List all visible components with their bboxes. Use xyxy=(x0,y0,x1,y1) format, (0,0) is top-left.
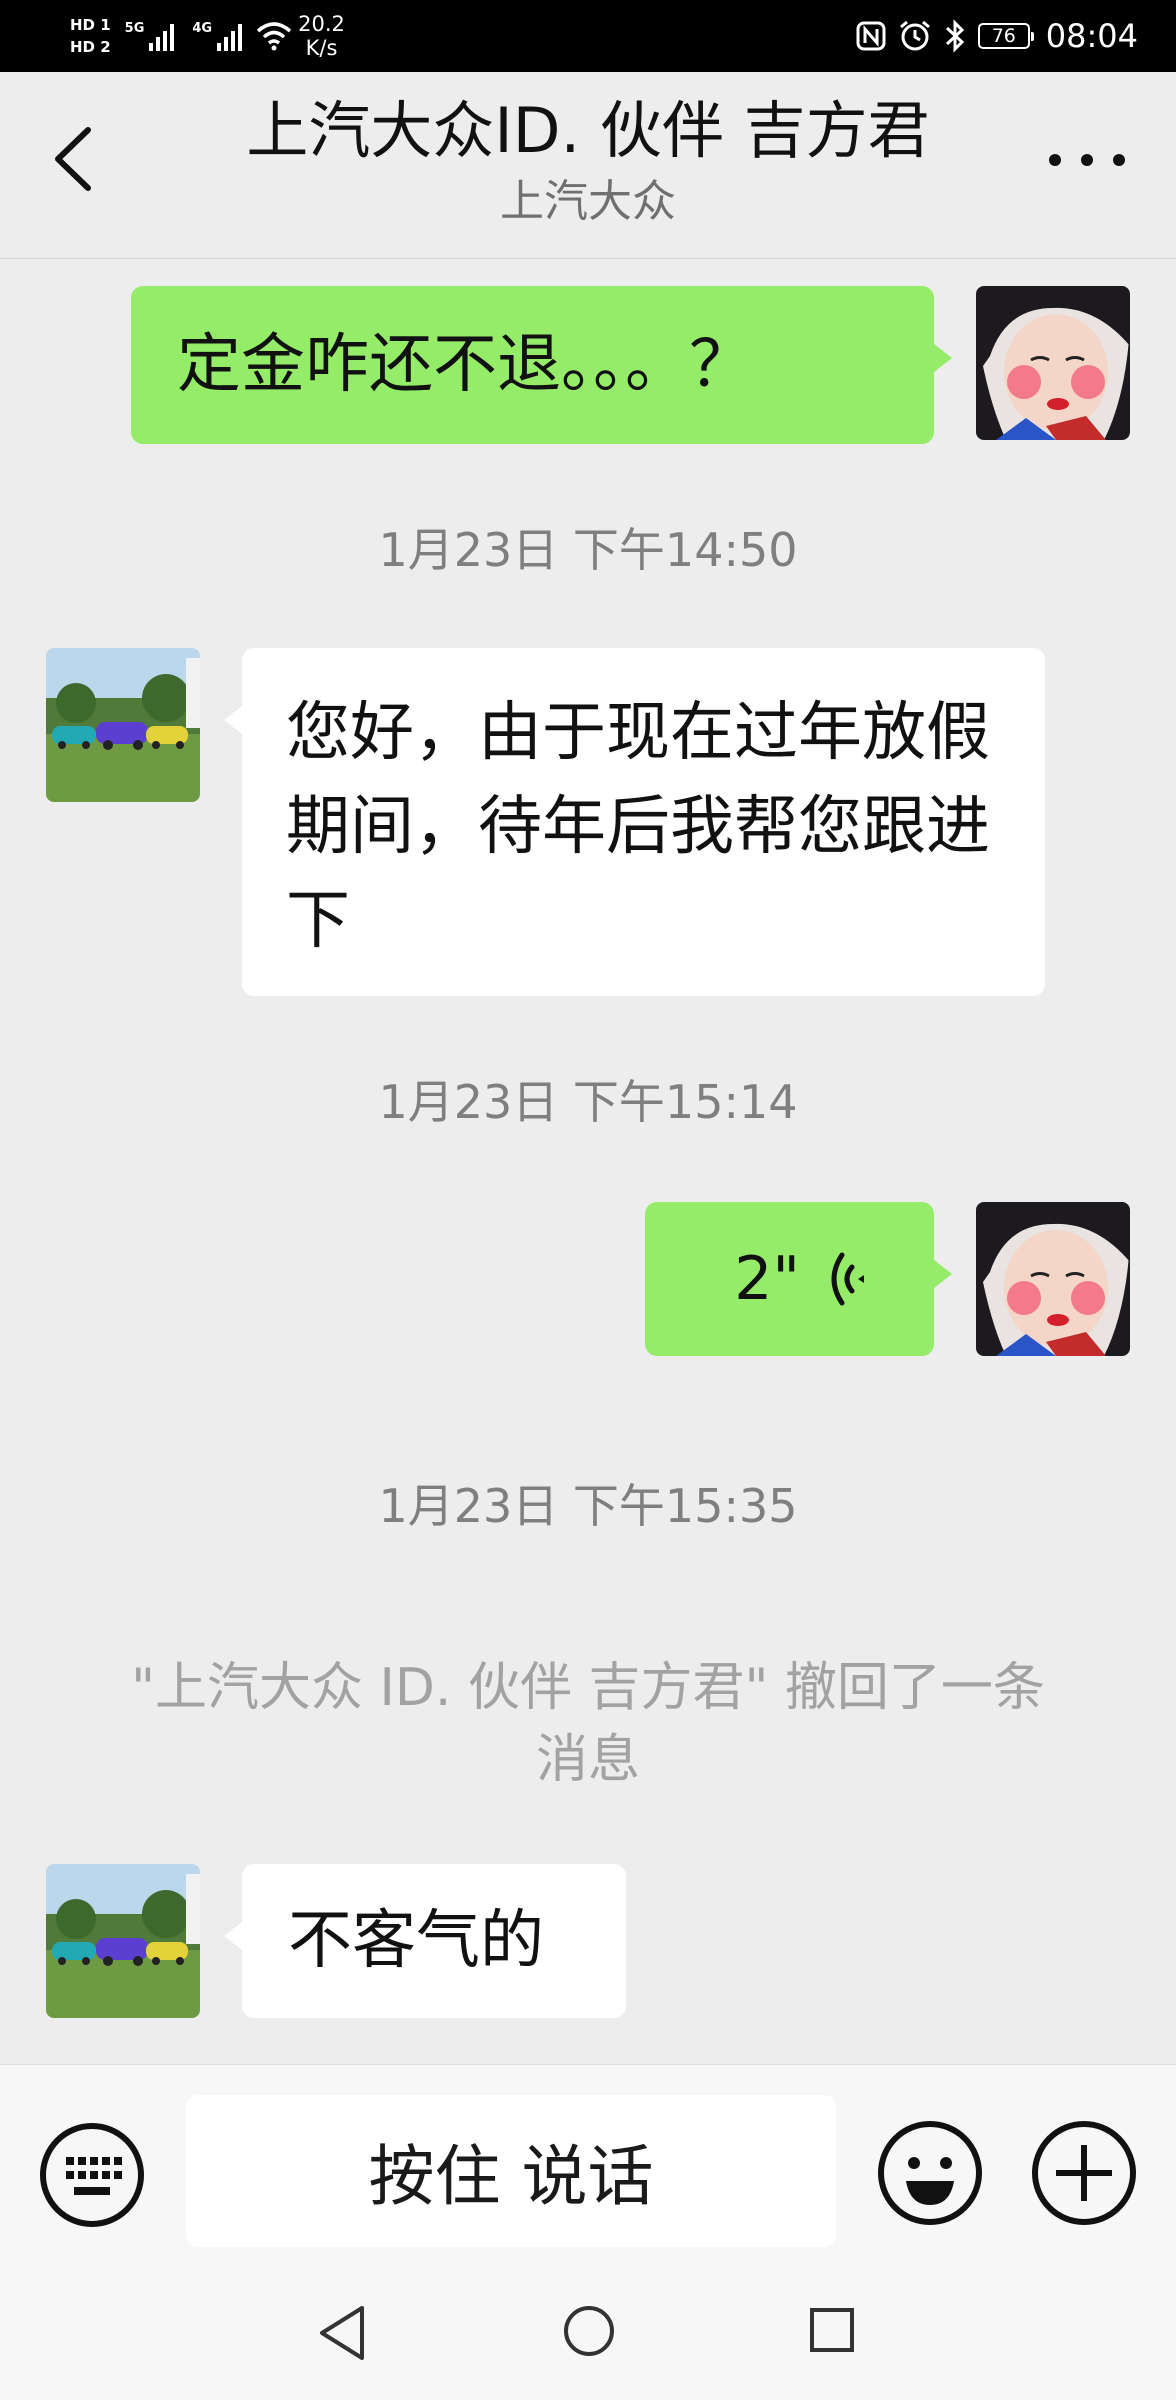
voice-message-bubble[interactable]: 2" xyxy=(645,1202,952,1356)
message-bubble-received[interactable]: 不客气的 xyxy=(224,1864,626,2018)
voice-wave-icon xyxy=(831,1252,864,1306)
system-nav-bar xyxy=(0,2264,1176,2400)
wifi-icon xyxy=(256,22,292,51)
clock: 08:04 xyxy=(1045,17,1138,55)
chat-title: 上汽大众ID. 伙伴 吉方君 xyxy=(246,94,930,167)
hold-to-talk-button[interactable]: 按住 说话 xyxy=(186,2095,836,2247)
user-avatar-image xyxy=(976,1202,1130,1356)
plus-icon[interactable] xyxy=(1030,2119,1138,2227)
keyboard-icon[interactable] xyxy=(38,2121,146,2229)
alarm-icon xyxy=(899,20,930,51)
hd1-indicator: HD 1 xyxy=(70,16,111,34)
message-bubble-sent[interactable]: 定金咋还不退。。。？ xyxy=(131,286,952,444)
battery-level: 76 xyxy=(991,25,1016,47)
nav-back-icon[interactable] xyxy=(316,2304,368,2362)
signal-icon xyxy=(217,24,243,51)
nav-home-icon[interactable] xyxy=(562,2304,616,2358)
user-avatar-image xyxy=(976,286,1130,440)
my-avatar[interactable] xyxy=(976,286,1130,440)
nav-recent-apps-icon[interactable] xyxy=(808,2306,856,2354)
more-options-icon[interactable] xyxy=(1042,142,1132,178)
nfc-icon xyxy=(856,21,886,51)
recall-notice: "上汽大众 ID. 伙伴 吉方君" 撤回了一条消息 xyxy=(131,1658,1045,1790)
bluetooth-icon xyxy=(945,19,964,53)
speed-unit: K/s xyxy=(305,36,338,60)
voice-duration: 2" xyxy=(734,1244,800,1314)
hd2-indicator: HD 2 xyxy=(70,38,111,56)
status-bar: HD 1 HD 2 5G 4G 20.2 K/s 76 08:04 xyxy=(0,0,1176,72)
message-timestamp: 1月23日 下午15:14 xyxy=(378,1075,798,1129)
message-text: 您好，由于现在过年放假期间，待年后我帮您跟进下 xyxy=(286,696,990,958)
chat-header: 上汽大众ID. 伙伴 吉方君 上汽大众 xyxy=(0,72,1176,259)
battery-indicator: 76 xyxy=(977,23,1034,49)
network-4g-label: 4G xyxy=(192,20,213,36)
car-avatar-image xyxy=(46,1864,200,2018)
contact-avatar[interactable] xyxy=(46,1864,200,2018)
message-text: 不客气的 xyxy=(288,1904,544,1978)
message-bubble-received[interactable]: 您好，由于现在过年放假期间，待年后我帮您跟进下 xyxy=(224,648,1045,996)
network-5g-label: 5G xyxy=(124,20,145,36)
signal-icon xyxy=(149,24,175,51)
chat-input-bar: 按住 说话 xyxy=(0,2064,1176,2265)
message-text: 定金咋还不退。。。？ xyxy=(177,328,753,402)
speed-value: 20.2 xyxy=(298,12,345,36)
network-speed: 20.2 K/s xyxy=(298,12,345,60)
car-avatar-image xyxy=(46,648,200,802)
chat-subtitle: 上汽大众 xyxy=(500,176,676,227)
message-timestamp: 1月23日 下午15:35 xyxy=(378,1479,798,1533)
back-arrow-icon[interactable] xyxy=(44,124,104,194)
my-avatar[interactable] xyxy=(976,1202,1130,1356)
contact-avatar[interactable] xyxy=(46,648,200,802)
emoji-icon[interactable] xyxy=(876,2119,984,2227)
message-timestamp: 1月23日 下午14:50 xyxy=(378,523,798,577)
